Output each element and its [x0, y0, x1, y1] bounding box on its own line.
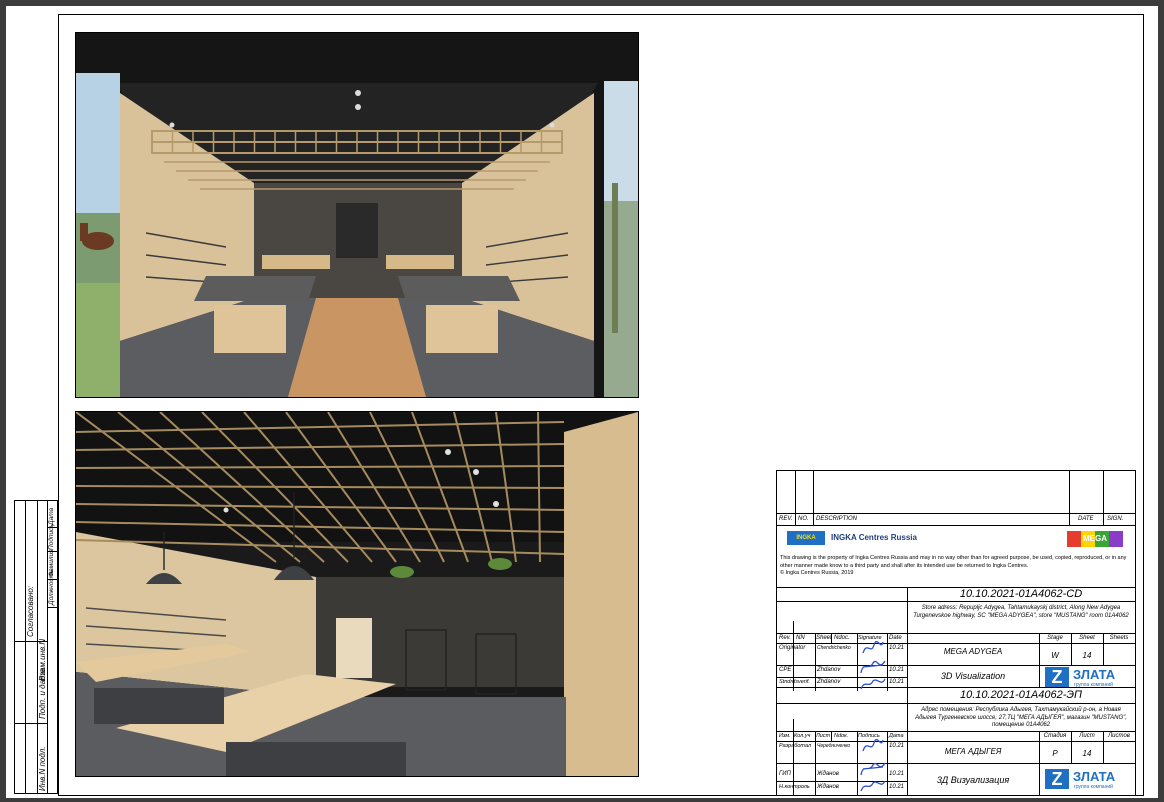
copyright-text: © Ingka Centres Russia, 2019: [780, 570, 854, 576]
col-rev-en: Rev.: [779, 635, 791, 641]
stage-head-en: Stage: [1047, 635, 1063, 641]
name-cpe: Zhdanov: [817, 667, 841, 673]
date-originator: 10.21: [889, 645, 905, 651]
signature-nkontrol: [860, 780, 886, 792]
sheet-head-ru: Лист: [1079, 733, 1095, 739]
signature-gip: [860, 762, 886, 776]
stage-ru: Р: [1052, 749, 1058, 758]
name-nkontrol: Жданов: [817, 784, 839, 790]
signature-razrab: [862, 738, 884, 752]
sheet-no-ru: 14: [1082, 749, 1092, 758]
sign-header: SIGN.: [1107, 516, 1124, 522]
ingka-logo-small: INGKA: [796, 535, 816, 541]
role-originator: Originator: [779, 645, 806, 651]
col-list-ru: Лист: [816, 733, 831, 739]
col-izm-ru: Изм.: [779, 733, 791, 739]
zlata-logo-sub-ru: группа компаний: [1074, 784, 1113, 790]
sheets-head-ru: Листов: [1108, 733, 1130, 739]
signature-label: Подпись: [48, 524, 55, 550]
name-razrab: Чередниченко: [817, 743, 851, 749]
inv-no-label: Инв.N подл.: [38, 746, 47, 791]
col-sheet-en: Sheet: [816, 635, 832, 641]
store-render-perspective: [75, 411, 639, 777]
ingka-logo: INGKA: [787, 531, 825, 545]
mega-logo-text: MEGA: [1083, 534, 1107, 543]
description-header: DESCRIPTION: [816, 516, 858, 522]
title-ru: 3Д Визуализация: [936, 775, 1010, 785]
sheet-head-en: Sheet: [1079, 635, 1095, 641]
signature-originator: [862, 640, 884, 654]
title-block: REV. NO. DESCRIPTION DATE SIGN. INGKA IN…: [776, 470, 1136, 796]
title-en: 3D Visualization: [940, 671, 1006, 681]
date-stndrd: 10.21: [889, 679, 905, 685]
object-ru: МЕГА АДЫГЕЯ: [944, 747, 1002, 756]
no-header: NO.: [798, 516, 809, 522]
rev-header: REV.: [779, 516, 793, 522]
date-gip: 10.21: [889, 771, 905, 777]
role-cpe: CPE: [779, 667, 792, 673]
surname-label: Фамилия: [48, 549, 55, 577]
zlata-logo-mark-ru: Z: [1045, 769, 1069, 789]
name-gip: Жданов: [817, 771, 839, 777]
col-ndoc-en: Ndoc.: [834, 635, 850, 641]
col-date-ru: Дата: [889, 733, 904, 739]
role-razrab: Разработал: [779, 743, 812, 749]
signature-cpe: [860, 660, 886, 674]
col-kol-ru: Кол.уч: [794, 733, 811, 739]
date-label: Дата: [48, 507, 55, 525]
address-ru: Адрес помещения: Республика Адыгея, Тахт…: [915, 707, 1127, 728]
doc-code-ru: 10.10.2021-01A4062-ЭП: [959, 689, 1083, 701]
zlata-logo-sub: группа компаний: [1074, 682, 1113, 688]
role-stndrd: Stndrdsverif.: [779, 679, 810, 685]
date-header: DATE: [1078, 516, 1094, 522]
stage-head-ru: Стадия: [1043, 733, 1067, 739]
date-razrab: 10.21: [889, 743, 905, 749]
date-cpe: 10.21: [889, 667, 905, 673]
role-gip: ГИП: [779, 771, 791, 777]
doc-code-en: 10.10.2021-01A4062-CD: [959, 588, 1083, 600]
replace-inv-label: Взам.инв.N: [38, 638, 47, 681]
zlata-logo-mark: Z: [1045, 667, 1069, 687]
signature-stndrd: [860, 678, 886, 690]
date-nkontrol: 10.21: [889, 784, 905, 790]
sheets-head-en: Sheets: [1109, 635, 1129, 641]
sheet-no-en: 14: [1082, 651, 1092, 660]
name-originator: Chendrichenko: [817, 645, 851, 651]
zlata-logo-name-ru: ЗЛАТА: [1073, 769, 1116, 784]
col-nn-en: NN: [796, 635, 805, 641]
notice-text: This drawing is the property of Ingka Ce…: [780, 555, 1127, 569]
approved-label: Согласовано:: [26, 585, 35, 637]
stage-en: W: [1051, 651, 1059, 660]
property-notice: This drawing is the property of Ingka Ce…: [780, 555, 1130, 578]
object-en: MEGA ADYGEA: [943, 647, 1003, 656]
address-en: Store adress: Repupljc Adygea, Tahtamuka…: [913, 605, 1129, 619]
name-stndrd: Zhdanov: [817, 679, 841, 685]
zlata-logo-name: ЗЛАТА: [1073, 667, 1116, 682]
col-date-en: Date: [889, 635, 902, 641]
mega-logo: MEGA: [1067, 531, 1123, 547]
left-approval-stamp: Согласовано: Инв.N подл. Подп. и дата Вз…: [14, 500, 58, 794]
store-render-front: [75, 32, 639, 398]
role-nkontrol: Н.контроль: [779, 784, 810, 790]
ingka-logo-text: INGKA Centres Russia: [831, 533, 917, 542]
col-ndok-ru: Ndок.: [834, 733, 849, 739]
drawing-sheet: Согласовано: Инв.N подл. Подп. и дата Вз…: [6, 6, 1158, 798]
